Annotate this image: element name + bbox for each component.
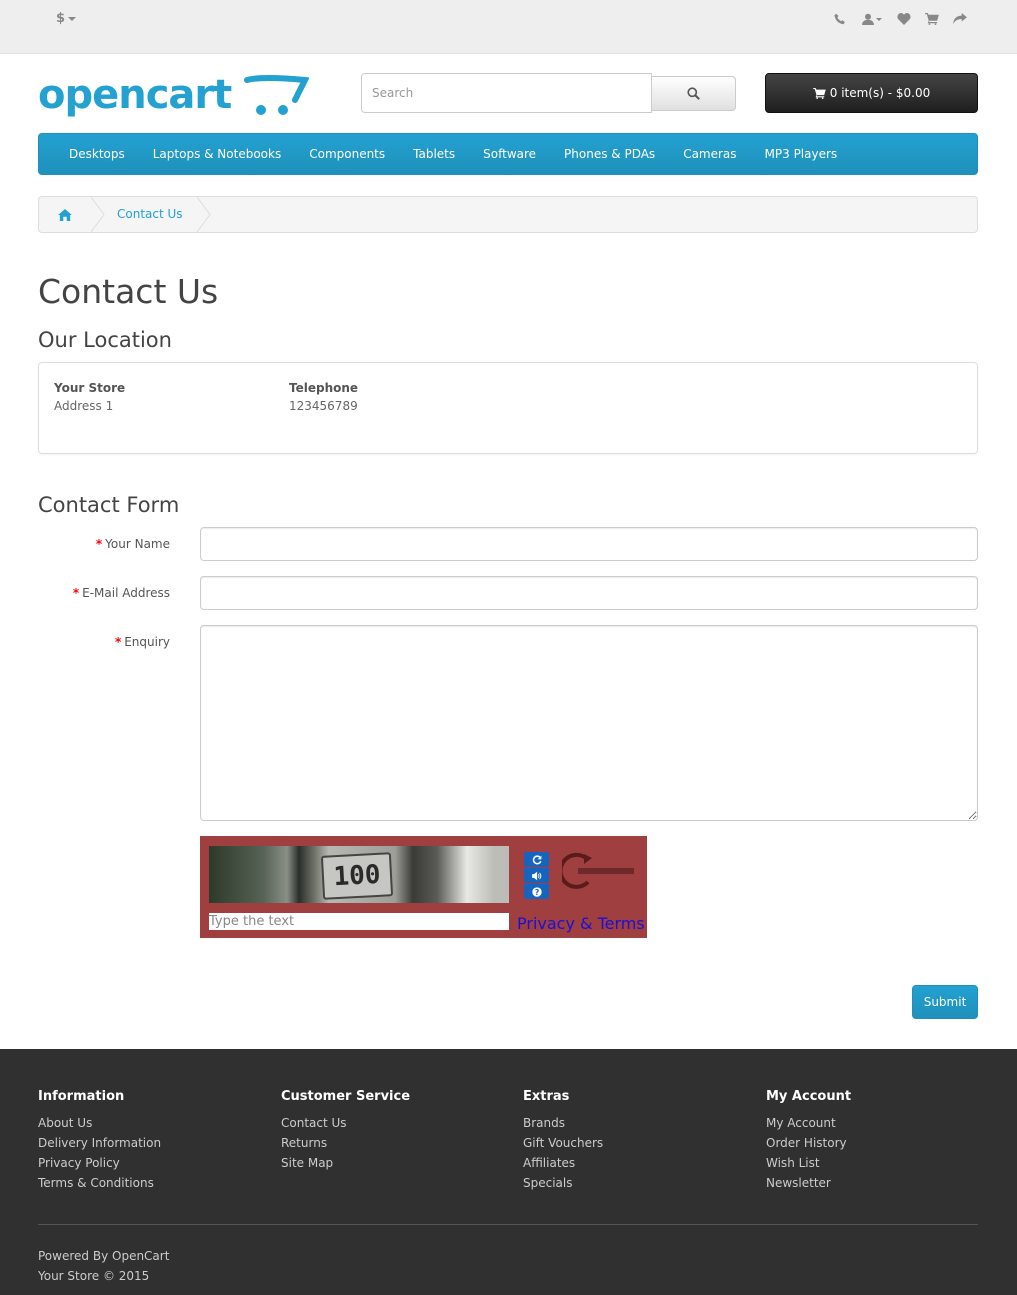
top-links	[831, 10, 969, 28]
captcha-logo	[558, 852, 638, 892]
home-icon	[58, 208, 72, 221]
footer-link[interactable]: About Us	[38, 1113, 161, 1133]
caret-down-icon	[68, 16, 77, 21]
captcha-widget: 100 ? Privacy & Terms	[200, 836, 647, 938]
currency-dropdown[interactable]: $	[56, 11, 77, 26]
footer-column-information: Information About Us Delivery Informatio…	[38, 1089, 161, 1193]
footer-link[interactable]: Order History	[766, 1133, 851, 1153]
shopping-cart-icon	[812, 87, 826, 99]
footer-column-customer-service: Customer Service Contact Us Returns Site…	[281, 1089, 410, 1173]
menu-item-components[interactable]: Components	[295, 134, 399, 174]
heart-icon[interactable]	[895, 10, 913, 28]
main-menu: Desktops Laptops & Notebooks Components …	[38, 133, 978, 175]
store-name: Your Store	[54, 381, 126, 395]
footer-link[interactable]: Privacy Policy	[38, 1153, 161, 1173]
caret-down-icon	[876, 17, 882, 21]
footer-link[interactable]: Delivery Information	[38, 1133, 161, 1153]
footer-link[interactable]: Gift Vouchers	[523, 1133, 603, 1153]
copyright: Your Store © 2015	[38, 1269, 150, 1283]
svg-text:?: ?	[534, 887, 538, 896]
footer-heading: Extras	[523, 1089, 570, 1104]
store-address: Address 1	[54, 399, 114, 413]
account-dropdown[interactable]	[859, 10, 885, 28]
cart-total: 0 item(s) - $0.00	[829, 86, 931, 100]
opencart-link[interactable]: OpenCart	[112, 1249, 169, 1263]
menu-item-tablets[interactable]: Tablets	[399, 134, 469, 174]
name-row: * Your Name	[38, 527, 978, 561]
footer-heading: My Account	[766, 1089, 852, 1104]
breadcrumb-separator	[196, 197, 211, 232]
footer-heading: Customer Service	[281, 1089, 411, 1104]
footer-link[interactable]: Affiliates	[523, 1153, 603, 1173]
menu-item-laptops[interactable]: Laptops & Notebooks	[139, 134, 295, 174]
email-label: * E-Mail Address	[72, 586, 170, 600]
email-field[interactable]	[200, 576, 978, 610]
enquiry-label: * Enquiry	[114, 635, 170, 649]
email-row: * E-Mail Address	[38, 576, 978, 610]
footer-link[interactable]: Newsletter	[766, 1173, 851, 1193]
footer-link[interactable]: My Account	[766, 1113, 851, 1133]
page-title: Contact Us	[38, 272, 219, 311]
telephone-block: Telephone 123456789	[289, 381, 358, 413]
user-icon	[862, 13, 874, 25]
footer-link[interactable]: Returns	[281, 1133, 410, 1153]
footer-column-my-account: My Account My Account Order History Wish…	[766, 1089, 851, 1193]
captcha-refresh-button[interactable]	[524, 852, 549, 867]
telephone-value: 123456789	[289, 399, 358, 413]
location-heading: Our Location	[38, 328, 172, 352]
breadcrumb-separator	[91, 197, 105, 232]
phone-icon[interactable]	[831, 10, 849, 28]
name-label: * Your Name	[95, 537, 170, 551]
search-input[interactable]	[361, 73, 652, 113]
cart-button[interactable]: 0 item(s) - $0.00	[765, 73, 978, 113]
menu-item-phones[interactable]: Phones & PDAs	[550, 134, 669, 174]
captcha-image: 100	[209, 846, 509, 903]
captcha-help-button[interactable]: ?	[524, 884, 549, 899]
contact-form-heading: Contact Form	[38, 493, 180, 517]
share-icon[interactable]	[951, 10, 969, 28]
speaker-icon	[532, 871, 542, 880]
breadcrumb-home[interactable]	[39, 197, 91, 232]
logo-text: opencart	[38, 72, 232, 118]
store-block: Your Store Address 1	[54, 381, 125, 413]
menu-item-cameras[interactable]: Cameras	[669, 134, 750, 174]
enquiry-field[interactable]	[200, 625, 978, 821]
search-button[interactable]	[651, 76, 736, 111]
menu-item-mp3[interactable]: MP3 Players	[751, 134, 852, 174]
footer-link[interactable]: Terms & Conditions	[38, 1173, 161, 1193]
footer-link[interactable]: Specials	[523, 1173, 603, 1193]
refresh-icon	[532, 854, 541, 864]
captcha-code: 100	[320, 852, 394, 900]
captcha-audio-button[interactable]	[524, 868, 549, 883]
telephone-label: Telephone	[289, 381, 359, 395]
breadcrumb: Contact Us	[38, 196, 978, 233]
help-icon: ?	[531, 886, 542, 896]
privacy-terms-link[interactable]: Privacy & Terms	[517, 914, 645, 933]
search-icon	[687, 87, 700, 100]
currency-symbol: $	[56, 11, 66, 26]
location-panel: Your Store Address 1 Telephone 123456789	[38, 362, 978, 454]
footer-link[interactable]: Contact Us	[281, 1113, 410, 1133]
footer-heading: Information	[38, 1089, 125, 1104]
cart-logo-icon	[244, 75, 309, 115]
footer-powered: Powered By OpenCart Your Store © 2015	[38, 1246, 169, 1286]
shopping-cart-icon[interactable]	[923, 10, 941, 28]
breadcrumb-contact[interactable]: Contact Us	[105, 197, 197, 232]
powered-prefix: Powered By	[38, 1249, 109, 1263]
footer-link[interactable]: Wish List	[766, 1153, 851, 1173]
footer-column-extras: Extras Brands Gift Vouchers Affiliates S…	[523, 1089, 603, 1193]
footer: Information About Us Delivery Informatio…	[0, 1049, 1017, 1295]
submit-button[interactable]: Submit	[912, 985, 978, 1019]
name-field[interactable]	[200, 527, 978, 561]
captcha-input[interactable]	[209, 913, 509, 930]
logo[interactable]: opencart	[38, 72, 309, 126]
footer-link[interactable]: Brands	[523, 1113, 603, 1133]
footer-divider	[38, 1224, 978, 1225]
enquiry-row: * Enquiry	[38, 625, 978, 821]
top-bar: $	[0, 0, 1017, 54]
menu-item-software[interactable]: Software	[469, 134, 550, 174]
menu-item-desktops[interactable]: Desktops	[55, 134, 139, 174]
search-group	[361, 73, 736, 113]
footer-link[interactable]: Site Map	[281, 1153, 410, 1173]
